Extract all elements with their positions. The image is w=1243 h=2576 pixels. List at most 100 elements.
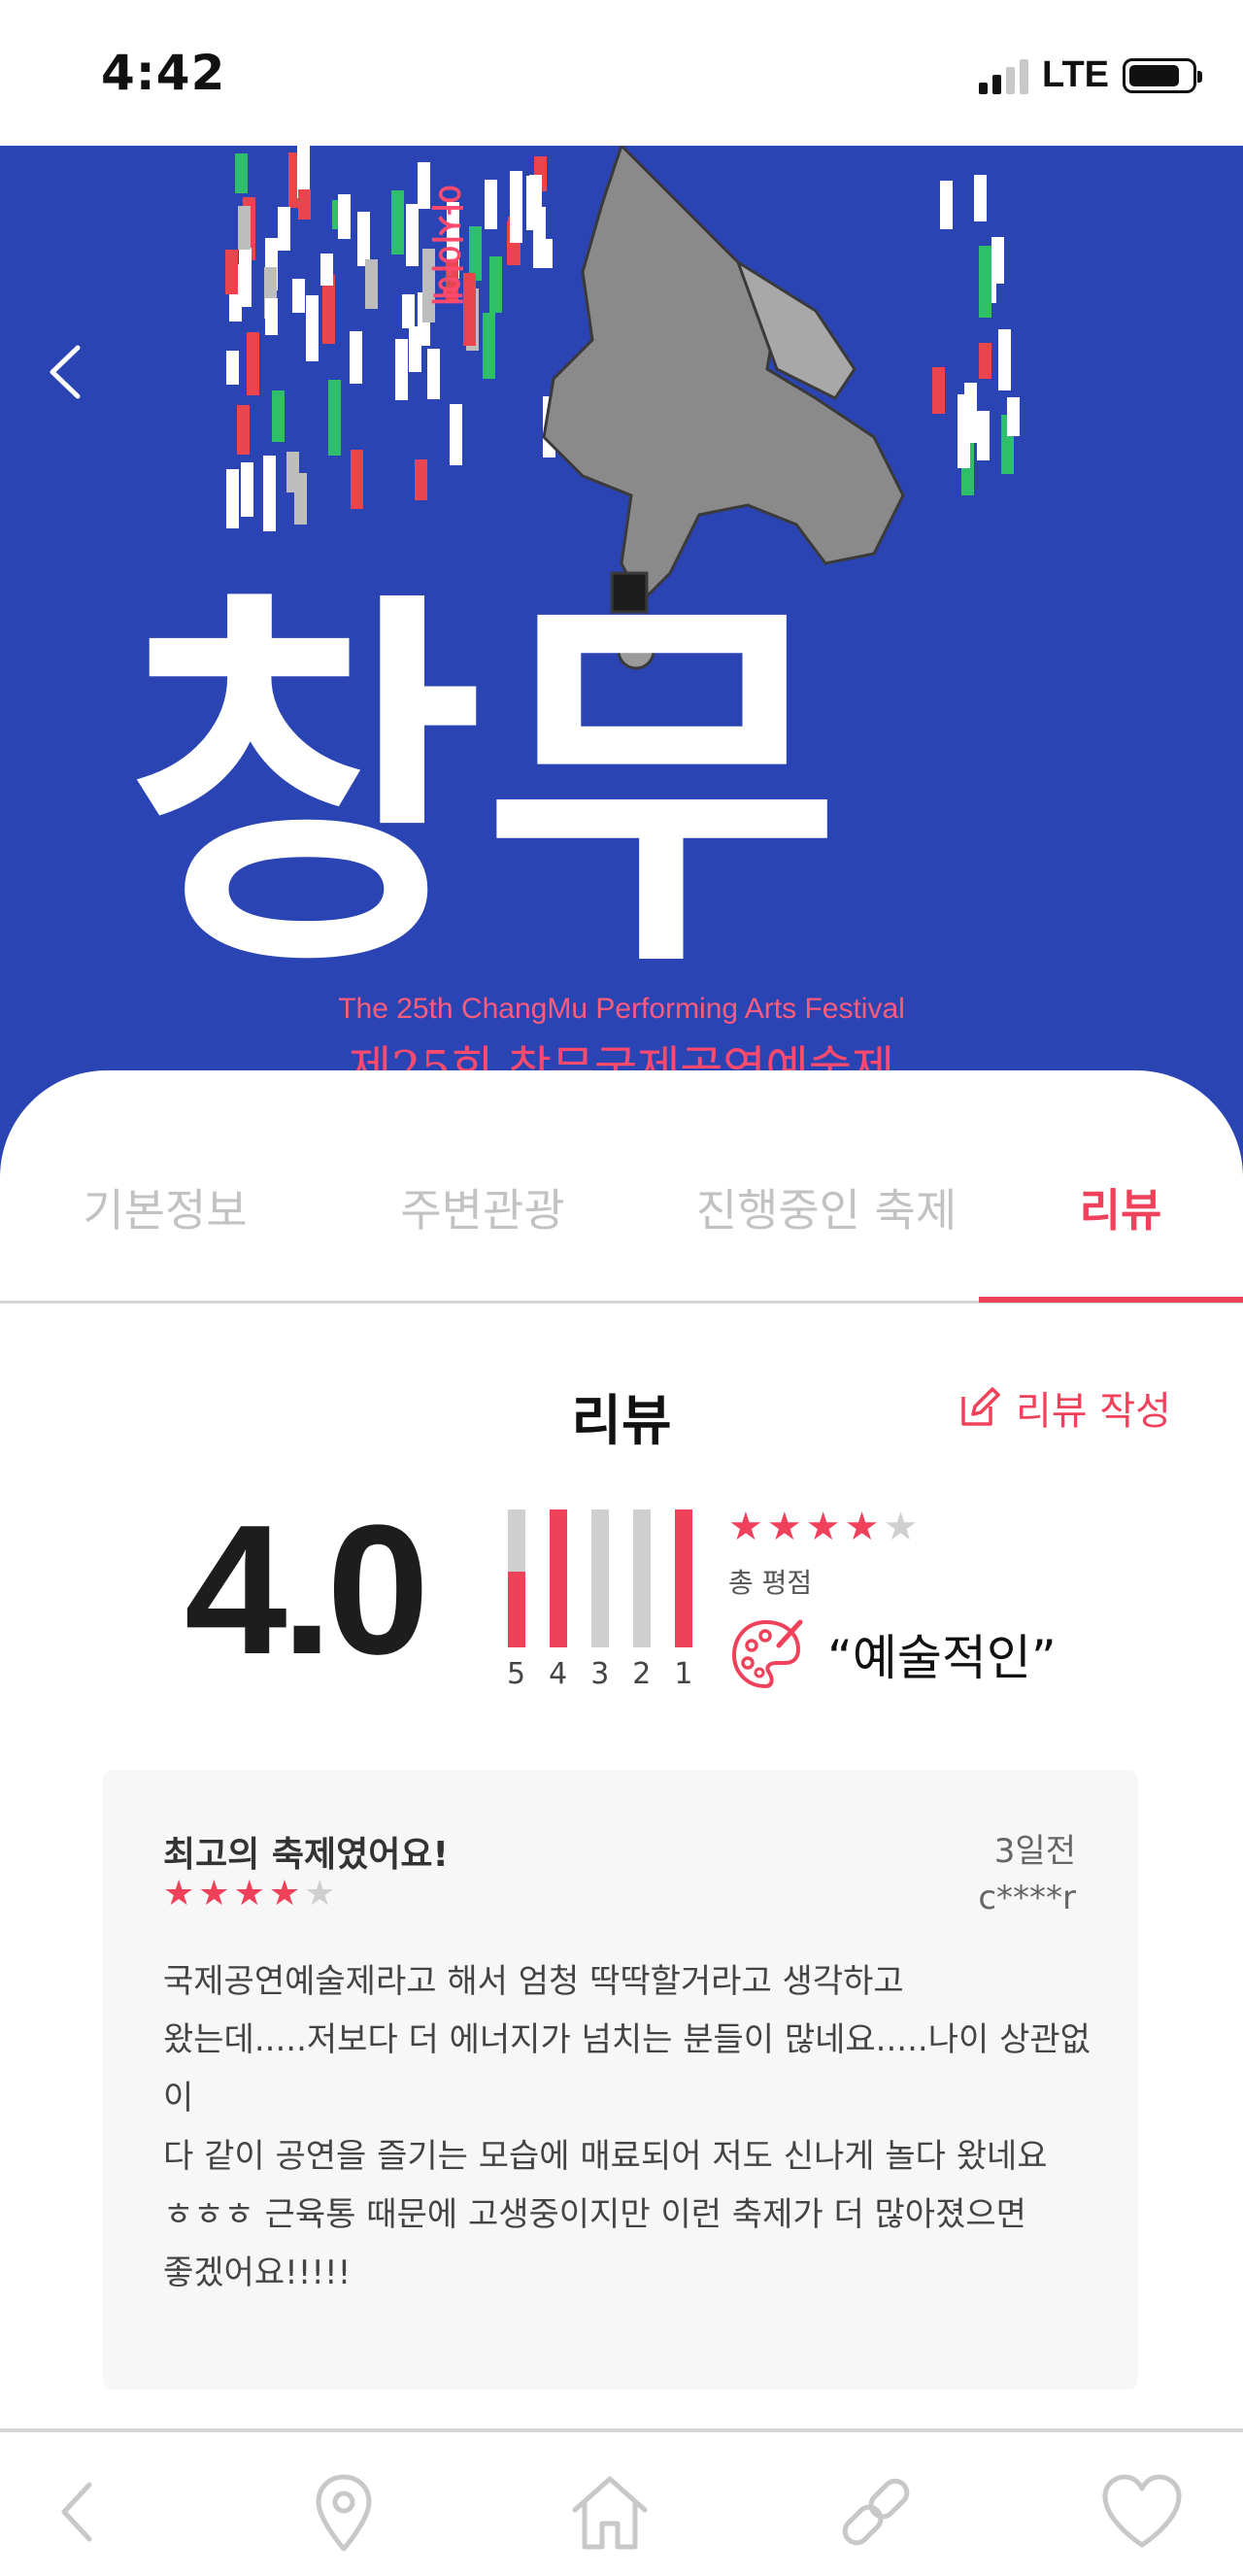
network-type: LTE (1042, 54, 1109, 95)
confetti-piece (320, 254, 333, 286)
confetti-piece (974, 175, 987, 221)
bar-track (674, 1509, 692, 1647)
confetti-piece (991, 237, 1004, 284)
bar-fill (674, 1509, 692, 1647)
tab-bar: 기본정보 주변관광 진행중인 축제 리뷰 (0, 1070, 1243, 1304)
poster-subtitle-en: The 25th ChangMu Performing Arts Festiva… (338, 993, 905, 1025)
confetti-piece (328, 380, 341, 456)
keyword-badge: “예술적인” (728, 1616, 1057, 1692)
confetti-piece (510, 171, 522, 243)
review-title: 최고의 축제였어요! (163, 1835, 449, 1875)
map-pin-icon (316, 2474, 372, 2552)
review-body: 국제공연예술제라고 해서 엄청 딱딱할거라고 생각하고 왔는데.....저보다 … (163, 1952, 1095, 2302)
heart-icon (1102, 2474, 1182, 2548)
confetti-piece (957, 394, 970, 468)
confetti-piece (238, 206, 251, 250)
write-review-button[interactable]: 리뷰 작성 (957, 1379, 1171, 1436)
star-empty-icon: ★ (883, 1505, 919, 1549)
poster-big-title: 창무 (126, 559, 841, 1015)
bar-track (507, 1509, 525, 1647)
distribution-bar: 1 (674, 1509, 692, 1691)
confetti-piece (292, 279, 305, 313)
confetti-piece (979, 246, 991, 318)
confetti-piece (932, 367, 945, 414)
rating-distribution: 54321 (507, 1509, 692, 1691)
status-indicators: LTE (979, 54, 1202, 96)
status-time: 4:42 (101, 45, 226, 101)
tab-nearby-tourism[interactable]: 주변관광 (390, 1175, 575, 1239)
star-filled-icon: ★ (163, 1874, 195, 1914)
bar-track (590, 1509, 609, 1647)
rating-summary: ★ ★ ★ ★ ★ 총 평점 (728, 1508, 918, 1601)
review-line: 다 같이 공연을 즐기는 모습에 매료되어 저도 신나게 놀다 왔네요 (163, 2137, 1048, 2176)
confetti-piece (406, 204, 419, 266)
confetti-piece (225, 250, 238, 294)
tab-ongoing-festivals[interactable]: 진행중인 축제 (686, 1175, 967, 1239)
distribution-bar: 2 (632, 1509, 651, 1691)
star-filled-icon: ★ (268, 1874, 301, 1914)
confetti-piece (540, 239, 553, 268)
poster-vertical-text: 아시아예 (426, 185, 465, 306)
review-line: 왔는데.....저보다 더 에너지가 넘치는 분들이 많네요.....나이 상관… (163, 2020, 1091, 2118)
nav-back-button[interactable] (31, 2465, 124, 2559)
confetti-piece (469, 226, 482, 281)
confetti-piece (409, 326, 421, 372)
star-filled-icon: ★ (844, 1505, 880, 1549)
confetti-piece (998, 329, 1011, 390)
nav-share-button[interactable] (829, 2465, 923, 2559)
keyword-text: “예술적인” (827, 1630, 1057, 1686)
bar-label: 5 (507, 1657, 526, 1691)
nav-map-button[interactable] (297, 2465, 390, 2559)
confetti-piece (526, 176, 539, 230)
confetti-piece (357, 212, 370, 266)
average-score: 4.0 (185, 1487, 429, 1693)
poster-artwork: 창무 아시아예 The 25th ChangMu Performing Arts… (126, 146, 1020, 1096)
tab-basic-info[interactable]: 기본정보 (78, 1175, 252, 1239)
bar-label: 1 (674, 1657, 693, 1691)
bar-label: 2 (632, 1657, 652, 1691)
review-line: 좋겠어요!!!!! (163, 2254, 352, 2292)
bar-fill (549, 1509, 567, 1647)
confetti-piece (391, 190, 404, 254)
confetti-piece (1007, 397, 1020, 436)
confetti-piece (241, 462, 253, 517)
confetti-piece (306, 295, 319, 361)
back-button[interactable] (43, 340, 91, 404)
confetti-piece (427, 349, 440, 399)
star-empty-icon: ★ (304, 1874, 336, 1914)
home-icon (572, 2476, 648, 2550)
nav-home-button[interactable] (563, 2465, 656, 2559)
confetti-piece (350, 331, 362, 384)
confetti-piece (237, 405, 250, 455)
write-review-label: 리뷰 작성 (1016, 1389, 1171, 1434)
palette-icon (731, 1619, 803, 1689)
signal-icon (979, 57, 1029, 94)
confetti-piece (395, 339, 408, 400)
chevron-left-icon (50, 345, 81, 399)
star-filled-icon: ★ (728, 1505, 763, 1549)
confetti-piece (351, 450, 363, 509)
confetti-piece (940, 181, 953, 229)
confetti-piece (979, 343, 991, 379)
confetti-piece (485, 180, 497, 229)
star-filled-icon: ★ (805, 1505, 841, 1549)
tab-reviews[interactable]: 리뷰 (1053, 1175, 1189, 1239)
confetti-piece (235, 153, 248, 193)
confetti-piece (365, 259, 378, 309)
review-card[interactable]: 최고의 축제였어요! ★ ★ ★ ★ ★ 3일전 c****r 국제공연예술제라고 해서… (103, 1770, 1138, 2390)
review-user: c****r (978, 1879, 1076, 1917)
confetti-piece (338, 194, 351, 239)
summary-stars: ★ ★ ★ ★ ★ (728, 1508, 918, 1546)
content-card: 기본정보 주변관광 진행중인 축제 리뷰 리뷰 리뷰 작성 4.0 54321 … (0, 1070, 1243, 2432)
back-icon (61, 2482, 92, 2542)
confetti-piece (272, 390, 285, 442)
confetti-piece (278, 207, 290, 251)
confetti-piece (263, 456, 276, 531)
battery-icon (1123, 57, 1202, 93)
confetti-piece (298, 189, 311, 220)
total-rating-label: 총 평점 (728, 1567, 813, 1599)
bar-track (549, 1509, 567, 1647)
review-line: ㅎㅎㅎ 근육통 때문에 고생중이지만 이런 축제가 더 많아졌으면 (163, 2195, 1026, 2234)
nav-favorite-button[interactable] (1095, 2465, 1189, 2559)
confetti-piece (415, 459, 427, 500)
